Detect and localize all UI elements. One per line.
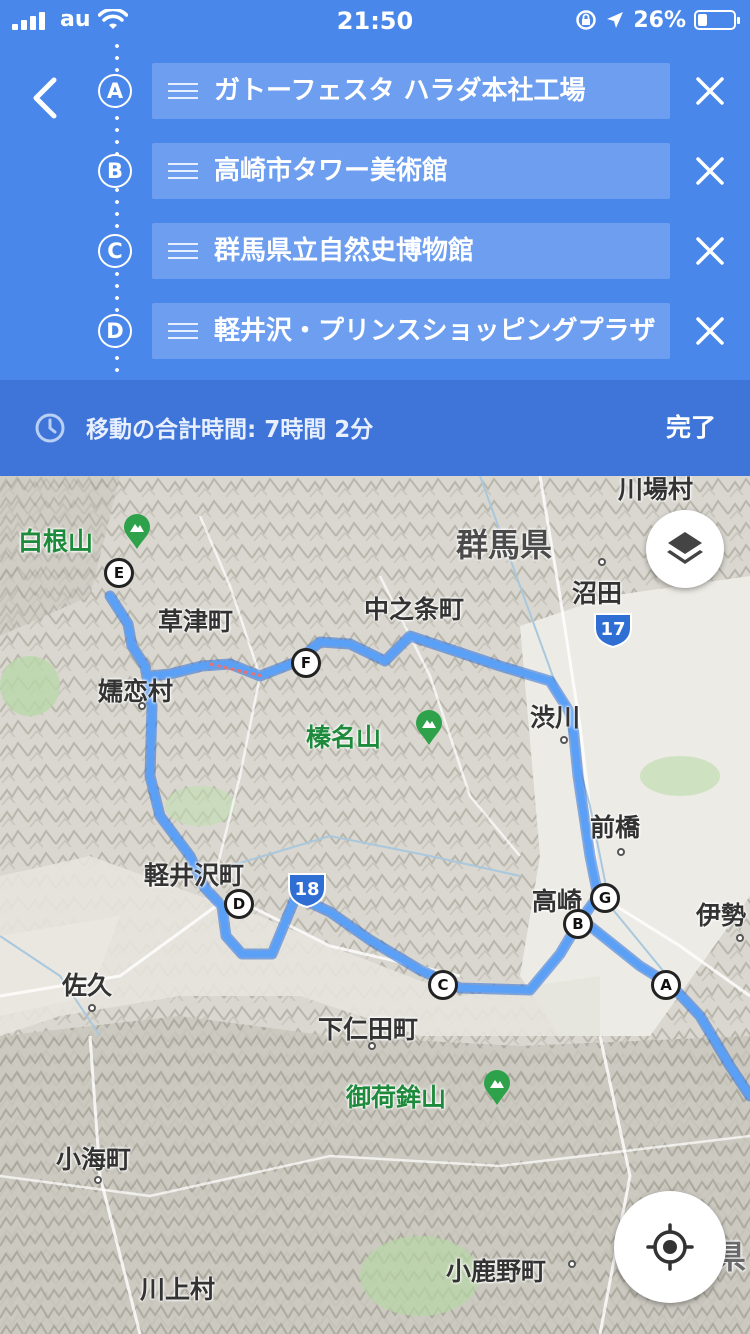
waypoint-name-b: 高崎市タワー美術館 xyxy=(214,156,449,186)
total-travel-time: 移動の合計時間: 7時間 2分 xyxy=(86,417,374,443)
town-dot xyxy=(560,736,568,744)
route-marker-g[interactable]: G xyxy=(590,883,620,913)
town-dot xyxy=(568,1260,576,1268)
map-label-kawaba: 川場村 xyxy=(618,476,694,504)
map-label-kawakami: 川上村 xyxy=(140,1275,216,1304)
mountain-peak-icon xyxy=(484,1070,510,1105)
mountain-peak-icon xyxy=(416,710,442,745)
map-label-gunma: 群馬県 xyxy=(456,526,553,564)
highway-number: 17 xyxy=(600,619,626,640)
waypoint-letter-a: A xyxy=(98,74,132,108)
map-label-harunasan: 榛名山 xyxy=(306,723,382,752)
drag-handle-icon[interactable] xyxy=(168,163,198,179)
rotation-lock-icon xyxy=(576,10,597,30)
route-marker-f[interactable]: F xyxy=(291,648,321,678)
clock-icon xyxy=(35,413,65,443)
waypoint-row: D 軽井沢・プリンスショッピングプラザ xyxy=(0,303,750,359)
drag-handle-icon[interactable] xyxy=(168,83,198,99)
map-label-saku: 佐久 xyxy=(62,971,113,1000)
waypoint-letter-d: D xyxy=(98,314,132,348)
route-marker-b[interactable]: B xyxy=(563,909,593,939)
route-marker-a[interactable]: A xyxy=(651,970,681,1000)
waypoint-row: C 群馬県立自然史博物館 xyxy=(0,223,750,279)
map-label-tsumagoi: 嬬恋村 xyxy=(98,677,174,706)
town-dot xyxy=(88,1004,96,1012)
route-marker-e[interactable]: E xyxy=(104,558,134,588)
waypoint-name-c: 群馬県立自然史博物館 xyxy=(214,236,475,266)
waypoint-row: A ガトーフェスタ ハラダ本社工場 xyxy=(0,63,750,119)
map-label-shimonita: 下仁田町 xyxy=(318,1015,419,1044)
waypoint-name-a: ガトーフェスタ ハラダ本社工場 xyxy=(214,76,586,106)
status-bar: au 21:50 26% xyxy=(0,0,750,40)
map-label-numata: 沼田 xyxy=(572,579,623,608)
close-icon[interactable] xyxy=(690,151,730,191)
waypoint-field-c[interactable]: 群馬県立自然史博物館 xyxy=(152,223,670,279)
waypoint-field-d[interactable]: 軽井沢・プリンスショッピングプラザ xyxy=(152,303,670,359)
layers-icon xyxy=(667,532,703,564)
waypoint-field-b[interactable]: 高崎市タワー美術館 xyxy=(152,143,670,199)
town-dot xyxy=(368,1042,376,1050)
map-label-shiraneyama: 白根山 xyxy=(18,527,94,556)
directions-panel: au 21:50 26% A ガトーフェスタ ハラダ本社工場 B 高崎市タワー美… xyxy=(0,0,750,380)
location-arrow-icon xyxy=(607,12,624,28)
map-label-isesaki: 伊勢 xyxy=(696,901,747,930)
route-marker-d[interactable]: D xyxy=(224,889,254,919)
map-label-kusatsu: 草津町 xyxy=(158,607,234,636)
close-icon[interactable] xyxy=(690,231,730,271)
close-icon[interactable] xyxy=(690,311,730,351)
drag-handle-icon[interactable] xyxy=(168,323,198,339)
done-button[interactable]: 完了 xyxy=(666,408,716,444)
map-label-mikabosan: 御荷鉾山 xyxy=(346,1083,447,1112)
waypoint-row: B 高崎市タワー美術館 xyxy=(0,143,750,199)
town-dot xyxy=(138,702,146,710)
route-summary-bar: 移動の合計時間: 7時間 2分 完了 xyxy=(0,380,750,476)
map-label-kanna: 小鹿野町 xyxy=(446,1257,547,1286)
highway-number: 18 xyxy=(294,879,320,900)
battery-percent: 26% xyxy=(633,7,686,33)
drag-handle-icon[interactable] xyxy=(168,243,198,259)
map-label-koumi: 小海町 xyxy=(56,1145,132,1174)
town-dot xyxy=(598,558,606,566)
map-label-karuizawa: 軽井沢町 xyxy=(144,861,245,890)
town-dot xyxy=(736,934,744,942)
waypoint-field-a[interactable]: ガトーフェスタ ハラダ本社工場 xyxy=(152,63,670,119)
map-label-maebashi: 前橋 xyxy=(590,813,641,842)
mountain-peak-icon xyxy=(124,514,150,549)
waypoint-name-d: 軽井沢・プリンスショッピングプラザ xyxy=(214,316,656,346)
town-dot xyxy=(94,1176,102,1184)
map-layers-button[interactable] xyxy=(646,510,724,588)
map-label-shibukawa: 渋川 xyxy=(530,703,581,732)
map-label-nakanojo: 中之条町 xyxy=(364,595,465,624)
battery-icon xyxy=(694,10,740,30)
waypoint-letter-c: C xyxy=(98,234,132,268)
my-location-icon xyxy=(646,1223,694,1271)
town-dot xyxy=(617,848,625,856)
route-marker-c[interactable]: C xyxy=(428,970,458,1000)
waypoint-letter-b: B xyxy=(98,154,132,188)
my-location-button[interactable] xyxy=(614,1191,726,1303)
close-icon[interactable] xyxy=(690,71,730,111)
map-view[interactable]: 川場村 白根山 群馬県 沼田 草津町 中之条町 嬬恋村 渋川 榛名山 前橋 軽井… xyxy=(0,476,750,1334)
